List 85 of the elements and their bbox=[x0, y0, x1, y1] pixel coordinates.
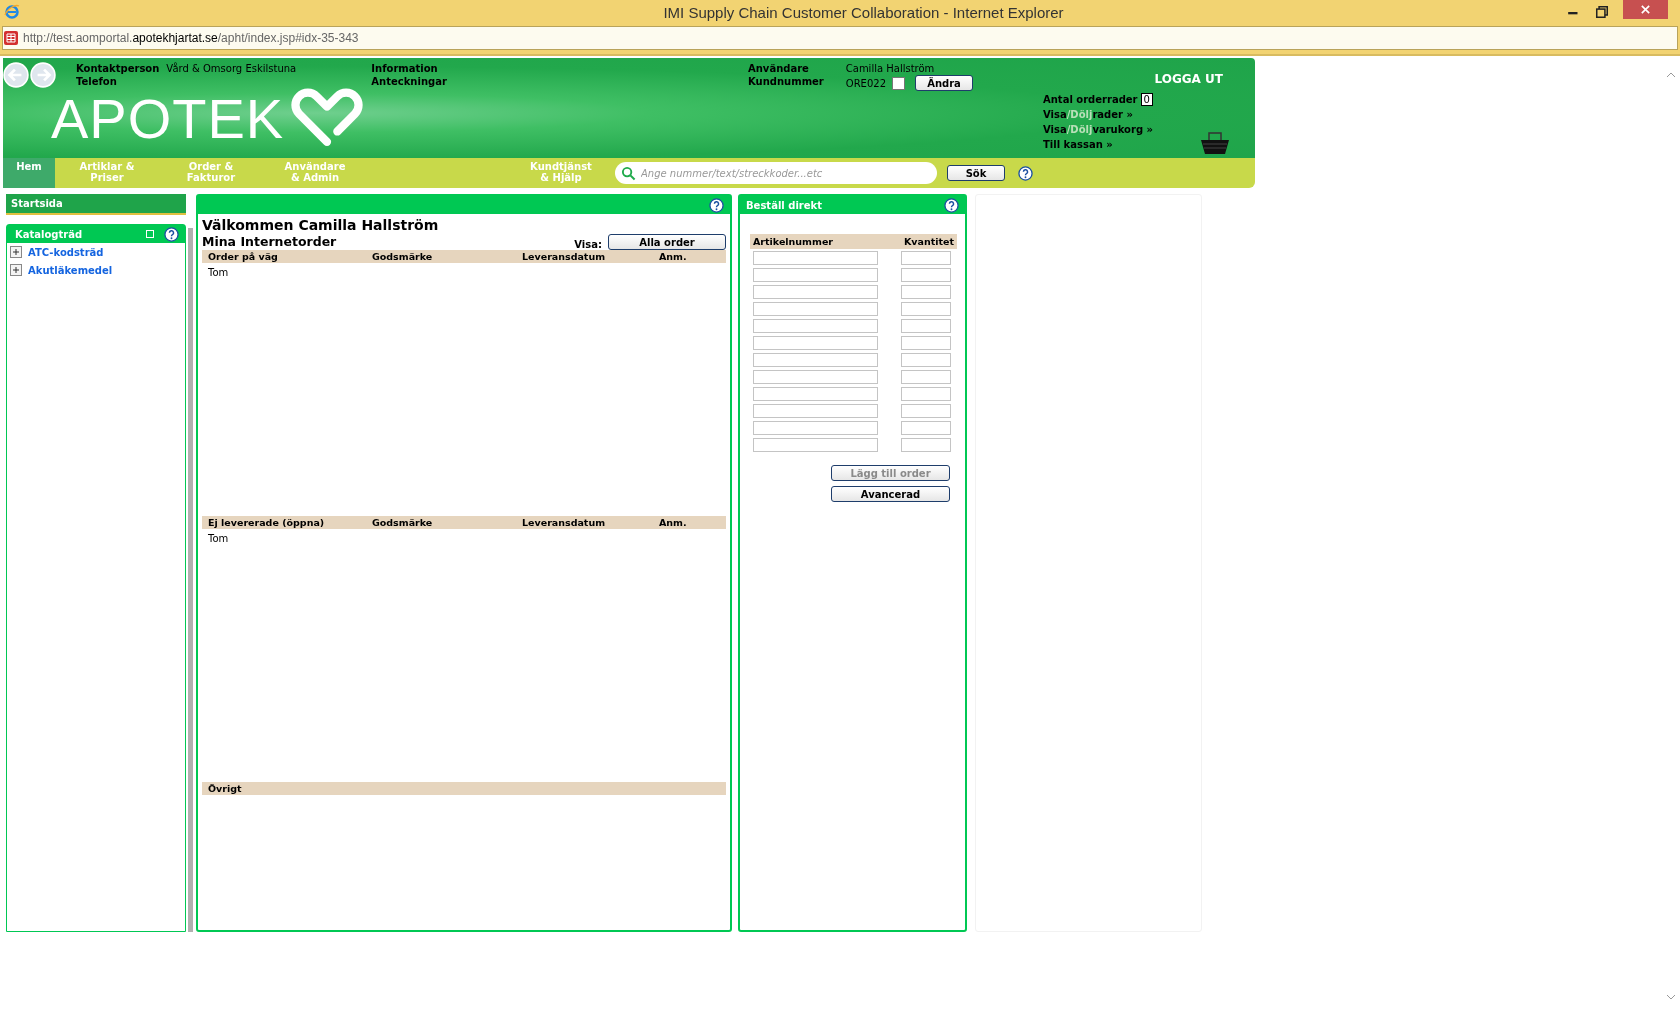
article-number-field[interactable] bbox=[753, 285, 878, 299]
header-link[interactable]: Visa/Döljvarukorg » bbox=[1043, 122, 1255, 137]
article-number-field[interactable] bbox=[753, 421, 878, 435]
column-header: Leveransdatum bbox=[522, 516, 607, 529]
column-header: Anm. bbox=[659, 516, 687, 529]
scroll-up-icon[interactable] bbox=[1666, 72, 1676, 78]
back-icon[interactable] bbox=[3, 62, 29, 88]
search-button[interactable]: Sök bbox=[947, 165, 1005, 181]
expand-icon[interactable] bbox=[10, 264, 22, 276]
field-label: Telefon bbox=[76, 75, 118, 88]
article-number-field[interactable] bbox=[753, 438, 878, 452]
splitter[interactable] bbox=[188, 228, 193, 932]
restore-icon[interactable] bbox=[1595, 5, 1609, 19]
logo-text: APOTEK bbox=[51, 91, 285, 147]
panel-title: Beställ direkt bbox=[746, 199, 822, 211]
article-number-field[interactable] bbox=[753, 387, 878, 401]
browser-logo-icon bbox=[4, 4, 20, 20]
field-label: Kontaktperson bbox=[76, 62, 160, 75]
checkbox[interactable] bbox=[892, 76, 905, 90]
column-header: Ej levererade (öppna) bbox=[208, 516, 326, 529]
quantity-field[interactable] bbox=[901, 268, 951, 282]
column-header: Artikelnummer bbox=[753, 235, 834, 248]
article-number-field[interactable] bbox=[753, 302, 878, 316]
quantity-field[interactable] bbox=[901, 285, 951, 299]
forward-icon[interactable] bbox=[30, 62, 56, 88]
article-number-field[interactable] bbox=[753, 370, 878, 384]
expand-icon[interactable] bbox=[10, 246, 22, 258]
column-header: Godsmärke bbox=[372, 250, 434, 263]
column-header: Anm. bbox=[659, 250, 687, 263]
address-field[interactable]: http://test.aomportal.apotekhjartat.se/apht/index.jsp#idx-35-343 bbox=[2, 26, 1678, 50]
header-link[interactable]: Till kassan » bbox=[1043, 137, 1255, 152]
article-number-field[interactable] bbox=[753, 268, 878, 282]
quantity-field[interactable] bbox=[901, 302, 951, 316]
quantity-field[interactable] bbox=[901, 421, 951, 435]
order-rows-label: Antal orderrader bbox=[1043, 93, 1138, 107]
article-number-field[interactable] bbox=[753, 353, 878, 367]
close-button[interactable] bbox=[1623, 0, 1668, 19]
info-link[interactable]: Anteckningar bbox=[371, 75, 447, 88]
article-number-field[interactable] bbox=[753, 251, 878, 265]
contact-value: Vård & Omsorg Eskilstuna bbox=[166, 62, 298, 75]
quantity-field[interactable] bbox=[901, 251, 951, 265]
user-name: Camilla Hallström bbox=[845, 62, 936, 75]
field-label: Användare bbox=[748, 62, 810, 75]
field-label: Kundnummer bbox=[748, 75, 824, 88]
column-header: Leveransdatum bbox=[522, 250, 607, 263]
order-rows-count: 0 bbox=[1140, 93, 1153, 106]
column-header: Order på väg bbox=[208, 250, 279, 263]
window-title: IMI Supply Chain Customer Collaboration - Internet Explorer bbox=[662, 3, 1065, 21]
column-header: Kvantitet bbox=[903, 235, 954, 248]
info-link[interactable]: Information bbox=[371, 62, 447, 75]
order-button[interactable]: Avancerad bbox=[831, 486, 950, 502]
help-icon[interactable] bbox=[944, 197, 959, 213]
help-icon[interactable] bbox=[709, 197, 724, 213]
quantity-field[interactable] bbox=[901, 438, 951, 452]
page-icon bbox=[4, 31, 18, 45]
close-icon bbox=[1640, 4, 1651, 15]
column-header: Övrigt bbox=[208, 782, 243, 795]
help-icon[interactable] bbox=[1018, 165, 1033, 181]
tree-item[interactable]: Akutläkemedel bbox=[28, 264, 113, 276]
quantity-field[interactable] bbox=[901, 353, 951, 367]
change-button[interactable]: Ändra bbox=[915, 75, 973, 91]
section-heading: Mina Internetorder bbox=[202, 234, 338, 250]
heart-logo-icon bbox=[290, 86, 365, 148]
quantity-field[interactable] bbox=[901, 404, 951, 418]
tree-item[interactable]: ATC-kodsträd bbox=[28, 246, 104, 258]
panel-title: Katalogträd bbox=[15, 228, 84, 240]
column-header: Godsmärke bbox=[372, 516, 434, 529]
scroll-down-icon[interactable] bbox=[1666, 994, 1676, 1000]
quantity-field[interactable] bbox=[901, 336, 951, 350]
table-cell-text: Tom bbox=[207, 266, 230, 280]
quantity-field[interactable] bbox=[901, 387, 951, 401]
search-field[interactable]: Ange nummer/text/streckkoder...etc bbox=[615, 162, 937, 184]
article-number-field[interactable] bbox=[753, 319, 878, 333]
all-orders-button[interactable]: Alla order bbox=[608, 234, 726, 250]
article-number-field[interactable] bbox=[753, 336, 878, 350]
customer-number: ORE022 bbox=[845, 76, 886, 90]
basket-icon[interactable] bbox=[1199, 130, 1231, 156]
welcome-heading: Välkommen Camilla Hallström bbox=[202, 216, 440, 234]
quantity-field[interactable] bbox=[901, 319, 951, 333]
help-icon[interactable] bbox=[164, 226, 179, 242]
filter-label: Visa: bbox=[574, 239, 602, 250]
article-number-field[interactable] bbox=[753, 404, 878, 418]
quantity-field[interactable] bbox=[901, 370, 951, 384]
table-cell-text: Tom bbox=[207, 532, 230, 546]
header-link[interactable]: Visa/Döljrader » bbox=[1043, 107, 1255, 122]
